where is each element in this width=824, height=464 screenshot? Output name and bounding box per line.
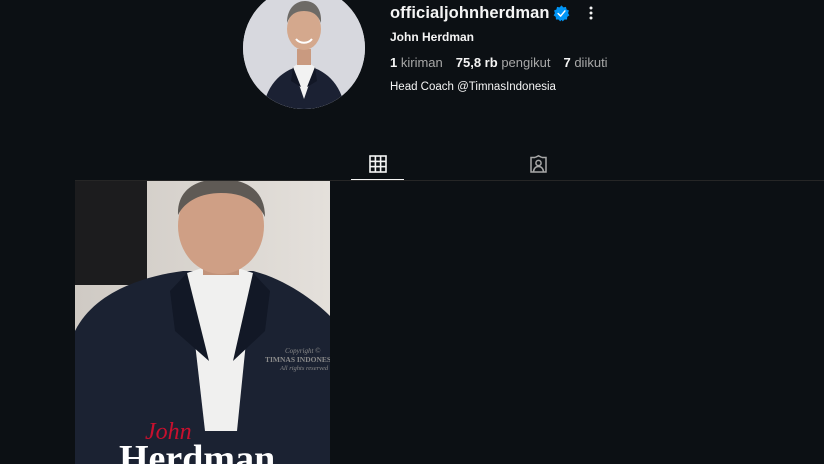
post-thumbnail[interactable]: Copyright © TIMNAS INDONESIA All rights …	[75, 181, 330, 464]
avatar-image	[243, 0, 365, 109]
posts-count: 1	[390, 55, 398, 70]
followers-label: pengikut	[501, 55, 551, 70]
profile-full-name: John Herdman	[390, 30, 475, 44]
posts-label: kiriman	[400, 55, 443, 70]
watermark-line-1: Copyright ©	[285, 347, 321, 355]
following-label: diikuti	[574, 55, 608, 70]
following-count: 7	[563, 55, 571, 70]
following-stat[interactable]: 7 diikuti	[563, 55, 607, 70]
tab-tagged[interactable]	[512, 148, 565, 180]
profile-avatar[interactable]	[243, 0, 365, 109]
profile-username: officialjohnherdman	[390, 4, 550, 22]
tab-posts[interactable]	[351, 148, 404, 181]
watermark-line-3: All rights reserved	[279, 365, 329, 372]
posts-count-stat: 1 kiriman	[390, 55, 443, 70]
post-image: Copyright © TIMNAS INDONESIA All rights …	[75, 181, 330, 464]
profile-stats: 1 kiriman 75,8 rb pengikut 7 diikuti	[390, 55, 608, 70]
tagged-user-icon	[530, 154, 547, 173]
grid-icon	[368, 155, 387, 173]
verified-badge-icon	[553, 5, 570, 22]
watermark-line-2: TIMNAS INDONESIA	[265, 355, 330, 364]
followers-count: 75,8 rb	[455, 55, 498, 70]
followers-stat[interactable]: 75,8 rb pengikut	[456, 55, 551, 70]
more-options-icon[interactable]	[584, 4, 598, 22]
profile-bio: Head Coach @TimnasIndonesia	[390, 81, 556, 93]
post-overlay-last: Herdman	[119, 438, 275, 464]
